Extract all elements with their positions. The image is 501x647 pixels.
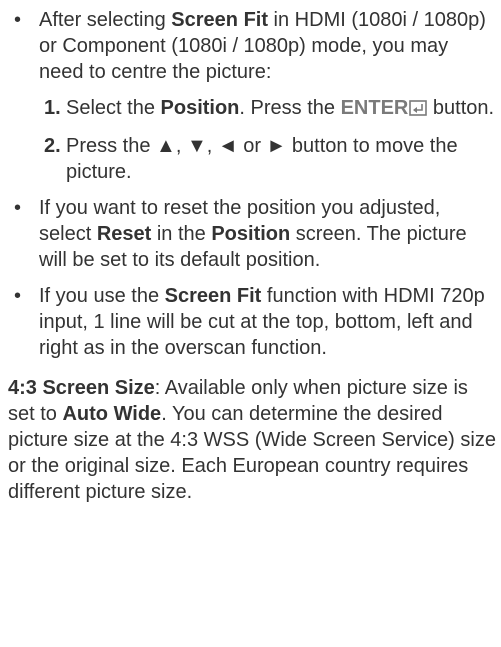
step-2: 2. Press the ▲, ▼, ◄ or ► button to move…	[44, 135, 458, 183]
screen-size-term: 4:3 Screen Size	[8, 377, 155, 399]
screen-size-paragraph: 4:3 Screen Size: Available only when pic…	[8, 377, 496, 503]
steps-list: 1. Select the Position. Press the ENTER …	[39, 95, 497, 185]
bullet-dot: •	[14, 197, 22, 219]
position-term: Position	[160, 97, 240, 119]
bullet-reset-position: • If you want to reset the position you …	[14, 197, 467, 271]
enter-return-icon	[409, 97, 428, 123]
enter-button-label: ENTER	[341, 97, 428, 119]
step-number: 1.	[44, 97, 61, 119]
bullet-list: • After selecting Screen Fit in HDMI (10…	[8, 7, 497, 361]
bullet-screen-fit-centre: • After selecting Screen Fit in HDMI (10…	[8, 7, 497, 185]
bullet-dot: •	[14, 285, 22, 307]
screen-fit-term: Screen Fit	[171, 9, 268, 31]
step-1: 1. Select the Position. Press the ENTER …	[39, 95, 497, 123]
reset-term: Reset	[96, 223, 152, 245]
manual-page: • After selecting Screen Fit in HDMI (10…	[0, 0, 501, 647]
bullet-hdmi-720p: • If you use the Screen Fit function wit…	[14, 285, 485, 359]
auto-wide-term: Auto Wide	[62, 403, 162, 425]
position-term: Position	[211, 223, 291, 245]
screen-fit-term: Screen Fit	[164, 285, 262, 307]
step-number: 2.	[44, 135, 61, 157]
bullet-dot: •	[14, 9, 22, 31]
